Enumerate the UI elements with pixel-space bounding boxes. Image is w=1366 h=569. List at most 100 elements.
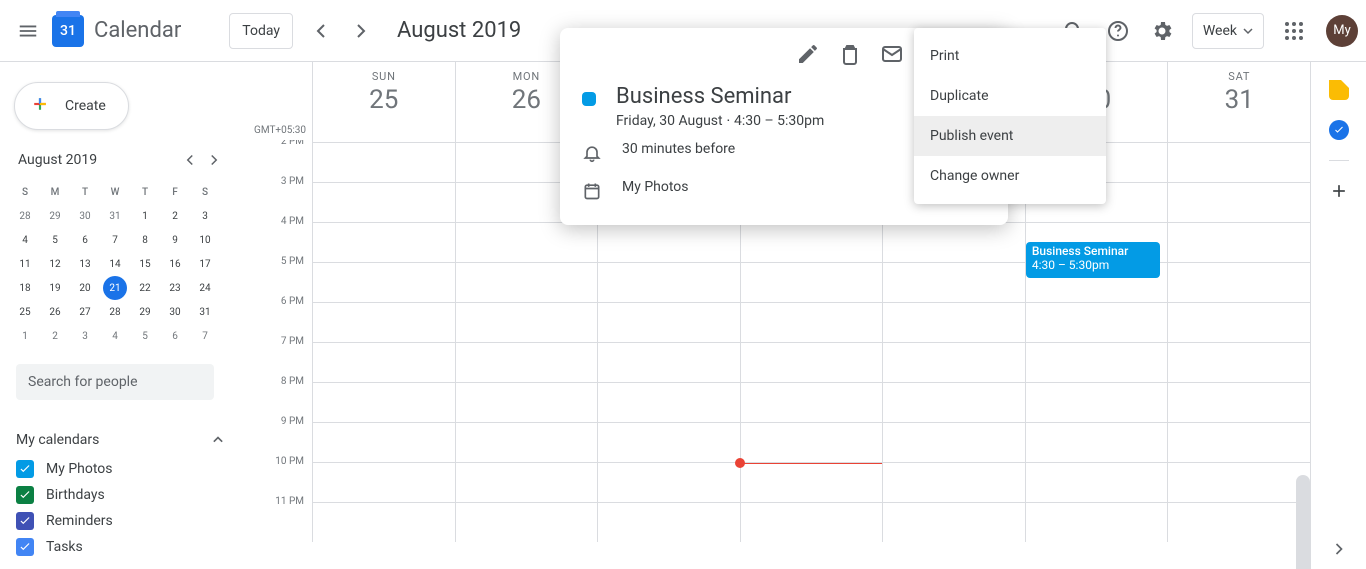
mini-day[interactable]: 31 bbox=[100, 204, 130, 228]
mini-dow: S bbox=[10, 180, 40, 204]
calendar-logo-icon: 31 bbox=[52, 15, 84, 47]
event-color-dot bbox=[582, 92, 596, 106]
mini-day[interactable]: 3 bbox=[190, 204, 220, 228]
calendar-event[interactable]: Business Seminar 4:30 – 5:30pm bbox=[1026, 242, 1161, 278]
hide-panel-button[interactable] bbox=[1329, 539, 1349, 563]
next-week-button[interactable] bbox=[341, 11, 381, 51]
prev-week-button[interactable] bbox=[301, 11, 341, 51]
mini-day[interactable]: 14 bbox=[100, 252, 130, 276]
mini-day[interactable]: 28 bbox=[100, 300, 130, 324]
mini-dow: F bbox=[160, 180, 190, 204]
mini-day[interactable]: 13 bbox=[70, 252, 100, 276]
mini-day[interactable]: 6 bbox=[70, 228, 100, 252]
add-addon-button[interactable] bbox=[1329, 181, 1349, 201]
mini-prev-button[interactable] bbox=[178, 148, 202, 172]
settings-button[interactable] bbox=[1142, 11, 1182, 51]
mini-dow: T bbox=[70, 180, 100, 204]
mini-day[interactable]: 31 bbox=[190, 300, 220, 324]
create-label: Create bbox=[65, 98, 106, 114]
mini-dow: T bbox=[130, 180, 160, 204]
mini-day[interactable]: 2 bbox=[40, 324, 70, 348]
mini-day[interactable]: 25 bbox=[10, 300, 40, 324]
mini-day[interactable]: 16 bbox=[160, 252, 190, 276]
calendar-list-item[interactable]: My Photos bbox=[16, 456, 228, 482]
mini-day[interactable]: 21 bbox=[103, 276, 127, 300]
mini-day[interactable]: 3 bbox=[70, 324, 100, 348]
calendar-list-item[interactable]: Birthdays bbox=[16, 482, 228, 508]
mini-day[interactable]: 10 bbox=[190, 228, 220, 252]
mini-day[interactable]: 30 bbox=[160, 300, 190, 324]
mini-day[interactable]: 19 bbox=[40, 276, 70, 300]
mini-day[interactable]: 8 bbox=[130, 228, 160, 252]
current-time-indicator bbox=[740, 463, 883, 464]
delete-event-button[interactable] bbox=[832, 36, 868, 72]
menu-item[interactable]: Publish event bbox=[914, 116, 1106, 156]
mini-day[interactable]: 12 bbox=[40, 252, 70, 276]
edit-event-button[interactable] bbox=[790, 36, 826, 72]
calendar-list-item[interactable]: Reminders bbox=[16, 508, 228, 534]
main-menu-button[interactable] bbox=[8, 11, 48, 51]
tasks-icon[interactable] bbox=[1329, 120, 1349, 140]
calendar-checkbox[interactable] bbox=[16, 512, 34, 530]
date-range-title: August 2019 bbox=[397, 18, 521, 43]
mini-day[interactable]: 29 bbox=[40, 204, 70, 228]
menu-item[interactable]: Print bbox=[914, 36, 1106, 76]
calendar-checkbox[interactable] bbox=[16, 486, 34, 504]
apps-button[interactable] bbox=[1274, 11, 1314, 51]
calendar-name-text: My Photos bbox=[622, 179, 689, 195]
mini-day[interactable]: 9 bbox=[160, 228, 190, 252]
my-calendars-toggle[interactable]: My calendars bbox=[16, 424, 228, 456]
mini-day[interactable]: 17 bbox=[190, 252, 220, 276]
mini-day[interactable]: 5 bbox=[40, 228, 70, 252]
event-time: 4:30 – 5:30pm bbox=[1032, 258, 1155, 272]
mini-day[interactable]: 22 bbox=[130, 276, 160, 300]
menu-item[interactable]: Change owner bbox=[914, 156, 1106, 196]
mini-day[interactable]: 28 bbox=[10, 204, 40, 228]
calendar-logo: 31 Calendar bbox=[52, 15, 221, 47]
mini-day[interactable]: 24 bbox=[190, 276, 220, 300]
mini-day[interactable]: 7 bbox=[100, 228, 130, 252]
day-header[interactable]: SAT31 bbox=[1167, 62, 1310, 140]
mini-day[interactable]: 27 bbox=[70, 300, 100, 324]
menu-item[interactable]: Duplicate bbox=[914, 76, 1106, 116]
event-options-menu: PrintDuplicatePublish eventChange owner bbox=[914, 28, 1106, 204]
create-button[interactable]: Create bbox=[14, 82, 129, 130]
mini-day[interactable]: 11 bbox=[10, 252, 40, 276]
mini-day[interactable]: 4 bbox=[10, 228, 40, 252]
calendar-list-item[interactable]: Tasks bbox=[16, 534, 228, 560]
mini-day[interactable]: 18 bbox=[10, 276, 40, 300]
mini-day[interactable]: 1 bbox=[10, 324, 40, 348]
account-avatar[interactable]: My bbox=[1326, 15, 1358, 47]
mini-day[interactable]: 5 bbox=[130, 324, 160, 348]
today-button[interactable]: Today bbox=[229, 13, 293, 49]
mini-day[interactable]: 23 bbox=[160, 276, 190, 300]
my-calendars-label: My calendars bbox=[16, 432, 99, 448]
app-name: Calendar bbox=[94, 18, 181, 43]
keep-icon[interactable] bbox=[1329, 80, 1349, 100]
mini-next-button[interactable] bbox=[202, 148, 226, 172]
email-guests-button[interactable] bbox=[874, 36, 910, 72]
search-people-input[interactable]: Search for people bbox=[16, 364, 214, 400]
calendar-checkbox[interactable] bbox=[16, 538, 34, 556]
mini-day[interactable]: 26 bbox=[40, 300, 70, 324]
day-header[interactable]: SUN25 bbox=[312, 62, 455, 140]
mini-day[interactable]: 6 bbox=[160, 324, 190, 348]
mini-day[interactable]: 30 bbox=[70, 204, 100, 228]
calendar-label: Reminders bbox=[46, 513, 113, 529]
mini-day[interactable]: 15 bbox=[130, 252, 160, 276]
day-number: 31 bbox=[1168, 85, 1310, 115]
mini-day[interactable]: 7 bbox=[190, 324, 220, 348]
mini-day[interactable]: 20 bbox=[70, 276, 100, 300]
view-select[interactable]: Week bbox=[1192, 13, 1264, 49]
view-select-label: Week bbox=[1203, 23, 1237, 39]
scrollbar[interactable] bbox=[1296, 475, 1310, 569]
mini-calendar-title: August 2019 bbox=[18, 152, 97, 168]
calendar-label: Birthdays bbox=[46, 487, 105, 503]
mini-day[interactable]: 1 bbox=[130, 204, 160, 228]
timezone-label: GMT+05:30 bbox=[248, 62, 312, 140]
mini-day[interactable]: 4 bbox=[100, 324, 130, 348]
mini-day[interactable]: 29 bbox=[130, 300, 160, 324]
mini-day[interactable]: 2 bbox=[160, 204, 190, 228]
popup-event-title: Business Seminar bbox=[616, 84, 824, 109]
calendar-checkbox[interactable] bbox=[16, 460, 34, 478]
